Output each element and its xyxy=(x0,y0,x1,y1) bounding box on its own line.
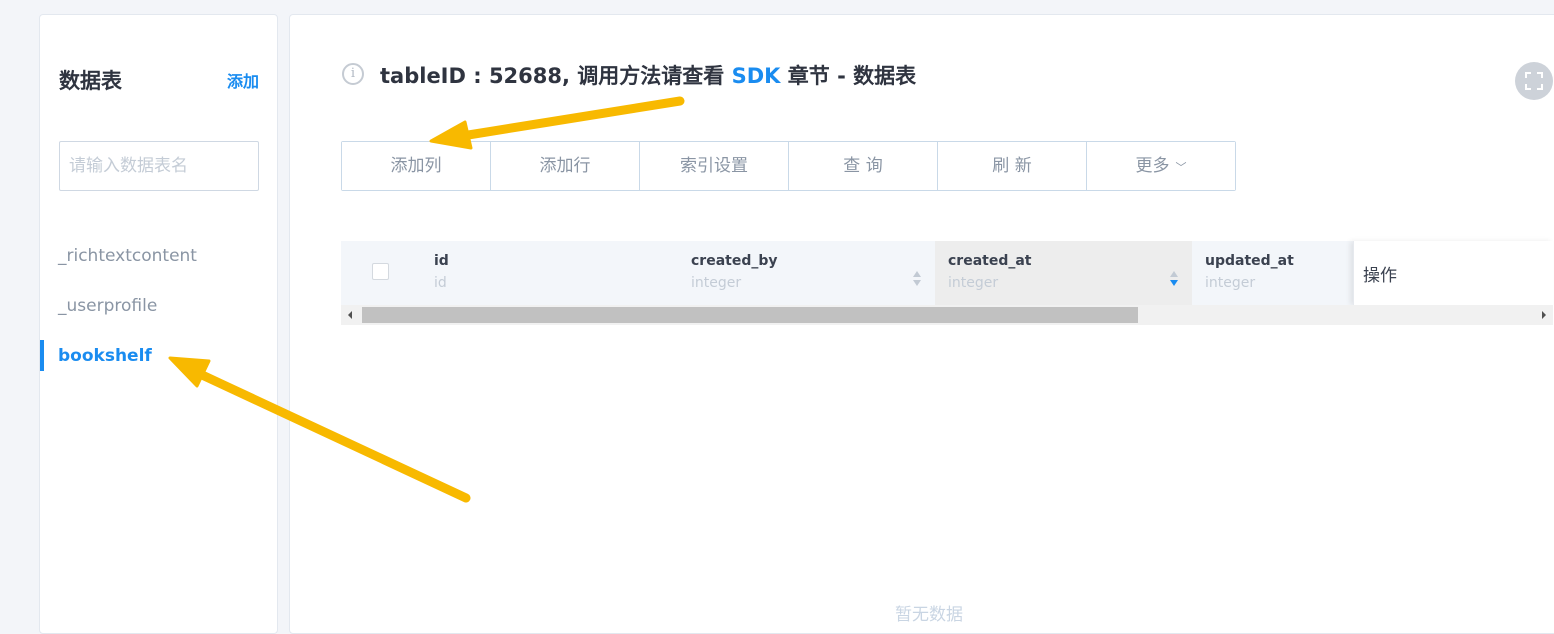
sdk-link[interactable]: SDK xyxy=(732,64,781,88)
column-type: integer xyxy=(948,275,999,291)
column-type: id xyxy=(434,275,447,291)
column-name: created_by xyxy=(691,253,778,269)
sort-icon[interactable] xyxy=(913,271,921,289)
select-all-checkbox[interactable] xyxy=(372,263,389,280)
fullscreen-icon xyxy=(1525,72,1543,90)
index-settings-button[interactable]: 索引设置 xyxy=(640,142,789,190)
scrollbar-thumb[interactable] xyxy=(362,307,1138,323)
horizontal-scrollbar[interactable] xyxy=(341,305,1553,325)
data-table: id id created_by integer created_at inte… xyxy=(341,241,1553,325)
table-header-row: id id created_by integer created_at inte… xyxy=(341,241,1553,305)
empty-state-text: 暂无数据 xyxy=(895,605,963,625)
add-column-button[interactable]: 添加列 xyxy=(342,142,491,190)
table-list-sidebar: 数据表 添加 _richtextcontent _userprofile boo… xyxy=(39,14,278,634)
chevron-down-icon: ﹀ xyxy=(1175,161,1187,174)
add-table-link[interactable]: 添加 xyxy=(227,68,259,92)
fullscreen-button[interactable] xyxy=(1515,62,1553,100)
column-name: updated_at xyxy=(1205,253,1294,269)
more-dropdown-button[interactable]: 更多 ﹀ xyxy=(1087,142,1235,190)
table-detail-panel: i tableID : 52688, 调用方法请查看 SDK 章节 - 数据表 … xyxy=(289,14,1554,634)
column-name: id xyxy=(434,253,449,269)
column-header-created-at[interactable]: created_at integer xyxy=(935,241,1192,305)
table-search-input[interactable] xyxy=(59,141,259,191)
table-list: _richtextcontent _userprofile bookshelf xyxy=(40,237,277,387)
refresh-button[interactable]: 刷 新 xyxy=(938,142,1087,190)
column-type: integer xyxy=(1205,275,1256,291)
sidebar-item-userprofile[interactable]: _userprofile xyxy=(40,287,277,337)
table-toolbar: 添加列 添加行 索引设置 查 询 刷 新 更多 ﹀ xyxy=(341,141,1236,191)
column-name: created_at xyxy=(948,253,1032,269)
sort-desc-icon[interactable] xyxy=(1170,271,1178,289)
scroll-left-arrow-icon[interactable] xyxy=(341,305,359,325)
title-suffix: 章节 - 数据表 xyxy=(780,64,917,88)
select-all-cell xyxy=(341,241,421,305)
scroll-right-arrow-icon[interactable] xyxy=(1535,305,1553,325)
more-label: 更多 xyxy=(1135,156,1170,176)
info-icon: i xyxy=(342,63,364,85)
sidebar-title: 数据表 xyxy=(59,69,122,93)
column-header-id: id id xyxy=(421,241,678,305)
column-type: integer xyxy=(691,275,742,291)
add-row-button[interactable]: 添加行 xyxy=(491,142,640,190)
page-title: tableID : 52688, 调用方法请查看 SDK 章节 - 数据表 xyxy=(380,60,916,90)
sidebar-item-bookshelf[interactable]: bookshelf xyxy=(40,337,277,387)
sidebar-item-richtextcontent[interactable]: _richtextcontent xyxy=(40,237,277,287)
column-header-created-by[interactable]: created_by integer xyxy=(678,241,935,305)
column-header-updated-at: updated_at integer xyxy=(1192,241,1353,305)
column-header-operations: 操作 xyxy=(1353,241,1553,305)
query-button[interactable]: 查 询 xyxy=(789,142,938,190)
operations-label: 操作 xyxy=(1363,266,1397,286)
title-prefix: tableID : 52688, 调用方法请查看 xyxy=(380,64,732,88)
